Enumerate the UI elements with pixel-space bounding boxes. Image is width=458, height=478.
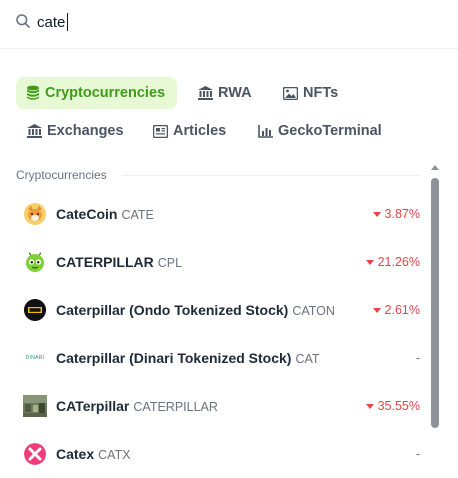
tab-exchanges[interactable]: Exchanges xyxy=(27,115,124,147)
price-change: 2.61% xyxy=(372,303,420,317)
caterpillar-ondo-logo xyxy=(24,299,46,321)
scrollbar-thumb[interactable] xyxy=(431,178,439,428)
search-bar xyxy=(0,0,458,49)
down-arrow-icon xyxy=(372,307,381,313)
down-arrow-icon xyxy=(372,211,381,217)
section-title: Cryptocurrencies xyxy=(16,168,107,182)
tab-label: Cryptocurrencies xyxy=(45,85,166,101)
price-change-value: - xyxy=(415,447,420,461)
tab-label: Articles xyxy=(173,123,227,139)
coin-name-text: CATERPILLAR xyxy=(56,254,154,270)
tab-label: Exchanges xyxy=(47,123,124,139)
coin-name: Catex CATX xyxy=(56,446,131,462)
tab-rwa[interactable]: RWA xyxy=(198,77,252,109)
newspaper-icon xyxy=(153,124,168,138)
tab-articles[interactable]: Articles xyxy=(153,115,226,147)
coin-symbol: CAT xyxy=(295,352,320,366)
tab-cryptocurrencies[interactable]: Cryptocurrencies xyxy=(16,77,178,109)
result-caterpillar-dinari[interactable]: DINARI Caterpillar (Dinari Tokenized Sto… xyxy=(16,334,430,382)
tab-nfts[interactable]: NFTs xyxy=(283,77,338,109)
price-change-value: 3.87% xyxy=(384,207,420,221)
text-caret xyxy=(67,13,68,31)
price-change: 35.55% xyxy=(365,399,420,413)
chart-bar-icon xyxy=(258,124,273,138)
coin-name: Caterpillar (Ondo Tokenized Stock) CATON xyxy=(56,302,335,318)
section-divider xyxy=(122,175,420,176)
coin-name: CATerpillar CATERPILLAR xyxy=(56,398,218,414)
coin-symbol: CATERPILLAR xyxy=(133,400,218,414)
result-catecoin[interactable]: CateCoin CATE 3.87% xyxy=(16,190,430,238)
scrollbar[interactable] xyxy=(430,162,440,477)
bank-icon xyxy=(198,86,213,100)
coin-symbol: CATON xyxy=(292,304,335,318)
price-change-value: 21.26% xyxy=(377,255,420,269)
coin-name-text: Caterpillar (Dinari Tokenized Stock) xyxy=(56,350,292,366)
price-change-value: 2.61% xyxy=(384,303,420,317)
result-caterpillar-ondo[interactable]: Caterpillar (Ondo Tokenized Stock) CATON … xyxy=(16,286,430,334)
search-input[interactable] xyxy=(37,10,437,34)
result-caterpillar-token[interactable]: CATerpillar CATERPILLAR 35.55% xyxy=(16,382,430,430)
price-change: 3.87% xyxy=(372,207,420,221)
down-arrow-icon xyxy=(365,259,374,265)
caterpillar-logo xyxy=(24,251,46,273)
bank-icon xyxy=(27,124,42,138)
image-icon xyxy=(283,86,298,100)
price-change: 21.26% xyxy=(365,255,420,269)
dinari-logo: DINARI xyxy=(23,347,47,369)
catex-logo xyxy=(24,443,46,465)
search-icon xyxy=(15,13,31,29)
coin-symbol: CPL xyxy=(157,256,183,270)
tab-label: RWA xyxy=(218,85,252,101)
tab-label: GeckoTerminal xyxy=(278,123,382,139)
coin-symbol: CATX xyxy=(98,448,131,462)
coin-name-text: Catex xyxy=(56,446,95,462)
price-change-value: - xyxy=(415,351,420,365)
coin-symbol: CATE xyxy=(121,208,154,222)
tab-geckoterminal[interactable]: GeckoTerminal xyxy=(258,115,382,147)
tab-label: NFTs xyxy=(303,85,339,101)
price-change-value: 35.55% xyxy=(377,399,420,413)
scroll-up-arrow-icon[interactable] xyxy=(431,165,439,170)
catecoin-logo xyxy=(24,203,46,225)
coin-name-text: Caterpillar (Ondo Tokenized Stock) xyxy=(56,302,289,318)
result-caterpillar-cpl[interactable]: CATERPILLAR CPL 21.26% xyxy=(16,238,430,286)
price-change: - xyxy=(416,351,420,365)
coin-name: Caterpillar (Dinari Tokenized Stock) CAT xyxy=(56,350,320,366)
dinari-logo-text: DINARI xyxy=(25,355,45,361)
down-arrow-icon xyxy=(365,403,374,409)
coin-name: CateCoin CATE xyxy=(56,206,154,222)
caterpillar-token-logo xyxy=(23,395,47,417)
coin-name-text: CateCoin xyxy=(56,206,118,222)
coin-name-text: CATerpillar xyxy=(56,398,130,414)
coins-icon xyxy=(27,85,39,100)
price-change: - xyxy=(416,447,420,461)
coin-name: CATERPILLAR CPL xyxy=(56,254,182,270)
result-catex[interactable]: Catex CATX - xyxy=(16,430,430,478)
